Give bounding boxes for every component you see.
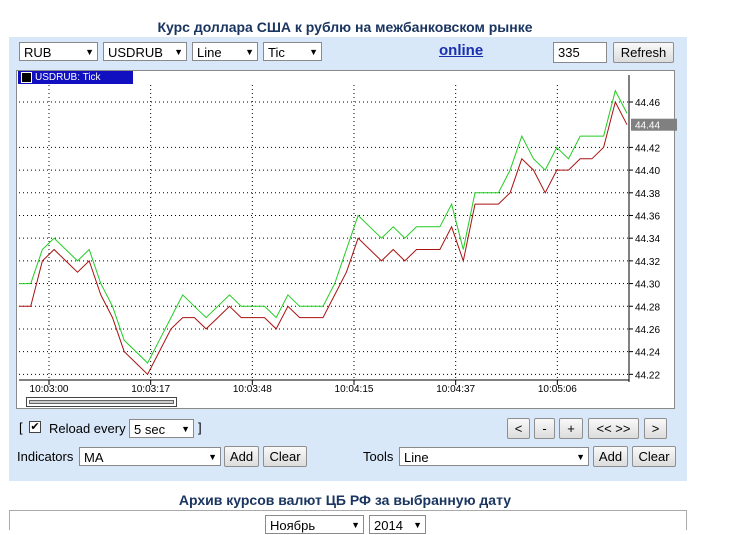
interval-value: 5 sec [134,422,166,437]
y-tick-label: 44.30 [635,280,660,291]
y-tick-label: 44.22 [635,370,660,381]
reload-checkbox[interactable]: ✔ [29,421,41,433]
chevron-down-icon: ▼ [413,520,422,530]
y-tick-label: 44.42 [635,143,660,154]
indicator-select[interactable]: MA ▼ [79,447,221,466]
y-tick-label: 44.24 [635,348,660,359]
tool-add-button[interactable]: Add [593,446,628,467]
tool-clear-button[interactable]: Clear [632,446,676,467]
x-tick-label: 10:03:17 [131,384,170,395]
indicator-clear-button[interactable]: Clear [263,446,307,467]
archive-month-value: Ноябрь [270,518,316,533]
chevron-down-icon: ▼ [208,452,217,462]
series-line-1 [19,89,628,364]
zoom-in-button[interactable]: + [559,418,583,439]
interval-select[interactable]: 5 sec ▼ [129,419,194,438]
archive-title: Архив курсов валют ЦБ РФ за выбранную да… [178,492,512,508]
indicator-value: MA [84,450,104,465]
x-tick-label: 10:03:00 [30,384,69,395]
y-tick-label: 44.40 [635,166,660,177]
y-tick-label: 44.36 [635,211,660,222]
chevron-down-icon: ▼ [181,424,190,434]
archive-month-select[interactable]: Ноябрь ▼ [265,515,364,534]
chevron-down-icon: ▼ [576,452,585,462]
y-tick-label: 44.26 [635,325,660,336]
tool-value: Line [404,450,429,465]
nav-prev-button[interactable]: < [507,418,530,439]
current-value-label: 44.44 [635,121,660,132]
x-tick-label: 10:05:06 [538,384,577,395]
x-tick-label: 10:03:48 [233,384,272,395]
y-tick-label: 44.46 [635,98,660,109]
y-tick-label: 44.28 [635,302,660,313]
scrollbar-thumb[interactable] [29,400,174,404]
y-tick-label: 44.38 [635,189,660,200]
chart-scrollbar[interactable] [26,397,177,407]
archive-year-value: 2014 [374,518,403,533]
x-tick-label: 10:04:37 [436,384,475,395]
reload-label: Reload every [49,421,126,436]
chevron-down-icon: ▼ [351,520,360,530]
y-tick-label: 44.34 [635,234,660,245]
nav-both-button[interactable]: << >> [588,418,639,439]
bracket-left: [ [19,420,23,435]
y-tick-label: 44.32 [635,257,660,268]
indicator-add-button[interactable]: Add [224,446,259,467]
bracket-right: ] [198,420,202,435]
tools-label: Tools [363,449,394,464]
archive-year-select[interactable]: 2014 ▼ [369,515,426,534]
nav-next-button[interactable]: > [644,418,667,439]
zoom-out-button[interactable]: - [534,418,555,439]
indicators-label: Indicators [17,449,74,464]
x-tick-label: 10:04:15 [335,384,374,395]
tool-select[interactable]: Line ▼ [399,447,589,466]
